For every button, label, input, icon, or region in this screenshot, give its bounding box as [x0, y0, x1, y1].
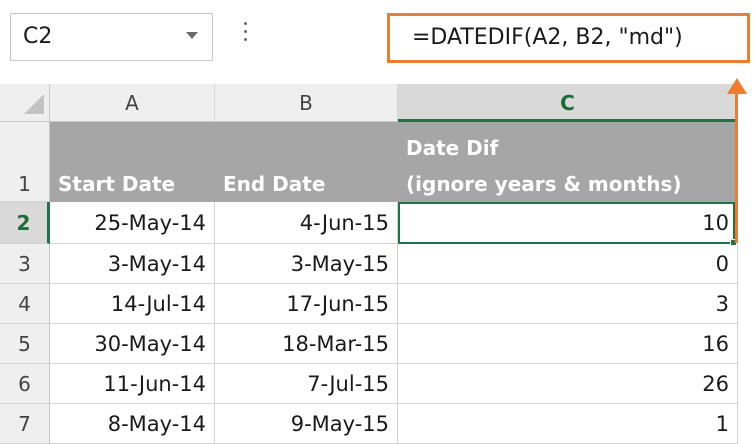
callout-arrow-icon	[727, 78, 747, 94]
row-header-7[interactable]: 7	[0, 404, 50, 444]
dropdown-arrow-icon[interactable]	[186, 32, 198, 39]
row-header-3[interactable]: 3	[0, 244, 50, 284]
cell-c6[interactable]: 26	[398, 364, 738, 404]
cell-a6[interactable]: 11-Jun-14	[50, 364, 215, 404]
cell-a4[interactable]: 14-Jul-14	[50, 284, 215, 324]
cell-b6[interactable]: 7-Jul-15	[215, 364, 398, 404]
row-header-6[interactable]: 6	[0, 364, 50, 404]
cell-c1[interactable]: Date Dif (ignore years & months)	[398, 122, 738, 202]
active-cell-border	[398, 202, 735, 244]
cell-b4[interactable]: 17-Jun-15	[215, 284, 398, 324]
cell-c4[interactable]: 3	[398, 284, 738, 324]
cell-c7[interactable]: 1	[398, 404, 738, 444]
cell-a1[interactable]: Start Date	[50, 122, 215, 202]
header-c-line1: Date Dif	[406, 136, 499, 160]
select-all-icon	[24, 94, 44, 114]
cell-b1[interactable]: End Date	[215, 122, 398, 202]
column-header-b[interactable]: B	[215, 84, 398, 122]
right-margin	[738, 84, 754, 444]
cell-a3[interactable]: 3-May-14	[50, 244, 215, 284]
cell-b2[interactable]: 4-Jun-15	[215, 202, 398, 244]
formula-input[interactable]: =DATEDIF(A2, B2, "md")	[387, 13, 750, 63]
cell-a7[interactable]: 8-May-14	[50, 404, 215, 444]
row-header-2[interactable]: 2	[0, 202, 50, 244]
row-header-5[interactable]: 5	[0, 324, 50, 364]
cell-a2[interactable]: 25-May-14	[50, 202, 215, 244]
cell-b5[interactable]: 18-Mar-15	[215, 324, 398, 364]
row-header-4[interactable]: 4	[0, 284, 50, 324]
cell-c3[interactable]: 0	[398, 244, 738, 284]
cell-c5[interactable]: 16	[398, 324, 738, 364]
column-header-a[interactable]: A	[50, 84, 215, 122]
callout-arrow-shaft	[735, 88, 738, 243]
cell-a5[interactable]: 30-May-14	[50, 324, 215, 364]
cell-b3[interactable]: 3-May-15	[215, 244, 398, 284]
name-box[interactable]: C2	[10, 13, 213, 61]
header-c-line2: (ignore years & months)	[406, 172, 682, 196]
row-header-1[interactable]: 1	[0, 122, 50, 202]
more-options-icon[interactable]	[240, 22, 250, 52]
column-header-c[interactable]: C	[398, 84, 738, 122]
cell-b7[interactable]: 9-May-15	[215, 404, 398, 444]
